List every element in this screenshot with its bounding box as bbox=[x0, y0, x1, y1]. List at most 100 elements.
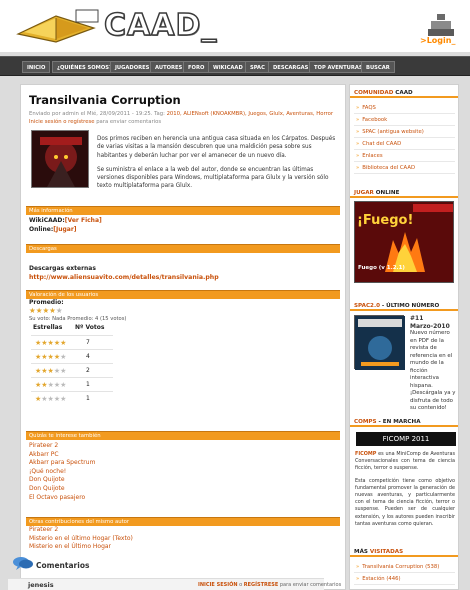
svg-text:¡Fuego!: ¡Fuego! bbox=[357, 213, 413, 228]
comment-login-link[interactable]: INICIE SESIÓN bbox=[198, 582, 238, 588]
nav-spac[interactable]: SPAC bbox=[245, 61, 270, 73]
post-meta: Enviado por admin el Mié, 28/09/2011 - 1… bbox=[29, 110, 343, 126]
comments-icon bbox=[13, 557, 33, 570]
same-author-list: Pirateer 2 Misterio en el último Hogar (… bbox=[29, 526, 133, 552]
meta-info: Enviado por admin el Mié, 28/09/2011 - 1… bbox=[29, 111, 165, 117]
section-mas-informacion: Más información bbox=[26, 206, 340, 215]
spac-cover-image[interactable] bbox=[354, 315, 405, 370]
ficomp-banner[interactable]: FICOMP 2011 bbox=[356, 432, 456, 446]
nav-autores[interactable]: AUTORES bbox=[150, 61, 188, 73]
sidebar-item-spac-antigua[interactable]: » SPAC (antigua website) bbox=[354, 126, 455, 138]
visitadas-list: » Transilvania Corruption (538) » Estación… bbox=[354, 561, 455, 585]
site-header: CAAD_ >Login_ bbox=[0, 0, 470, 52]
sidebar-heading-spac: SPAC2.0 - ÚLTIMO NÚMERO bbox=[350, 301, 458, 311]
spac-description: Nuevo número en PDF de la revista de ref… bbox=[410, 330, 456, 411]
related-item[interactable]: Akbarr para Spectrum bbox=[29, 459, 95, 468]
main-content: Transilvania Corruption Enviado por admi… bbox=[20, 84, 346, 590]
rating-row: ★★★★★ 1 bbox=[31, 391, 113, 405]
main-nav: INICIO ¿QUIÉNES SOMOS? JUGADORES AUTORES… bbox=[0, 56, 470, 76]
related-item[interactable]: Don Quijote bbox=[29, 485, 95, 494]
rating-average-label: Promedio: bbox=[29, 299, 64, 306]
jugar-online-banner[interactable]: ¡Fuego! Fuego (v 1.2.1) bbox=[354, 201, 454, 283]
sidebar-heading-comps: COMPS - EN MARCHA bbox=[350, 417, 458, 427]
wiki-ficha-link[interactable]: [Ver Ficha] bbox=[65, 217, 102, 224]
nav-buscar[interactable]: BUSCAR bbox=[361, 61, 395, 73]
section-otras-contribuciones: Otras contribuciones del mismo autor bbox=[26, 517, 340, 526]
sidebar-heading-visitadas: MÁS VISITADAS bbox=[350, 547, 458, 557]
comment-register-link[interactable]: REGÍSTRESE bbox=[244, 582, 279, 588]
online-label: Online: bbox=[29, 226, 54, 233]
related-item[interactable]: ¡Qué noche! bbox=[29, 468, 95, 477]
related-item[interactable]: Akbarr PC bbox=[29, 451, 95, 460]
comments-title: Comentarios bbox=[36, 561, 90, 570]
book-logo-icon bbox=[16, 9, 99, 43]
sidebar-item-chat[interactable]: » Chat del CAAD bbox=[354, 138, 455, 150]
nav-descargas[interactable]: DESCARGAS bbox=[268, 61, 314, 73]
ficomp-description: FICOMP es una MiniComp de Aventuras Conv… bbox=[355, 451, 455, 527]
jugar-caption: Fuego (v 1.2.1) bbox=[358, 265, 405, 271]
rating-row: ★★★★★ 7 bbox=[31, 335, 113, 349]
related-item[interactable]: El Octavo pasajero bbox=[29, 494, 95, 503]
sidebar-item-facebook[interactable]: » Facebook bbox=[354, 114, 455, 126]
caad-logo[interactable]: CAAD_ bbox=[16, 6, 226, 44]
nav-wikicaad[interactable]: WIKICAAD bbox=[208, 61, 248, 73]
nav-foro[interactable]: FORO bbox=[183, 61, 210, 73]
same-author-item[interactable]: Misterio en el último Hogar (Texto) bbox=[29, 535, 133, 544]
login-link[interactable]: >Login_ bbox=[420, 36, 455, 45]
same-author-item[interactable]: Pirateer 2 bbox=[29, 526, 133, 535]
spac-number: #11 bbox=[410, 315, 424, 322]
comunidad-list: » FAQS » Facebook » SPAC (antigua website) … bbox=[354, 102, 455, 174]
login-icon[interactable] bbox=[428, 14, 454, 36]
game-cover-image bbox=[31, 130, 89, 188]
sidebar-item-visitada[interactable]: » Estación (446) bbox=[354, 573, 455, 585]
download-url-link[interactable]: http://www.aliensuavito.com/detalles/tra… bbox=[29, 274, 219, 281]
rating-row: ★★★★★ 2 bbox=[31, 363, 113, 377]
online-line: Online:[Jugar] bbox=[29, 226, 77, 233]
post-description: Dos primos reciben en herencia una antig… bbox=[97, 135, 337, 197]
sidebar-item-enlaces[interactable]: » Enlaces bbox=[354, 150, 455, 162]
sidebar: COMUNIDAD CAAD » FAQS » Facebook » SPAC (an… bbox=[349, 84, 459, 590]
sidebar-heading-comunidad: COMUNIDAD CAAD bbox=[350, 88, 458, 98]
rating-table-header: Estrellas Nº Votos bbox=[31, 324, 121, 334]
wiki-label: WikiCAAD: bbox=[29, 217, 65, 224]
wiki-line: WikiCAAD:[Ver Ficha] bbox=[29, 217, 102, 224]
login-register-link[interactable]: Inicie sesión o regístrese bbox=[29, 119, 95, 125]
logo-text: CAAD_ bbox=[103, 7, 218, 44]
nav-jugadores[interactable]: JUGADORES bbox=[110, 61, 155, 73]
page-title: Transilvania Corruption bbox=[29, 93, 181, 107]
nav-inicio[interactable]: INICIO bbox=[22, 61, 51, 73]
related-item[interactable]: Don Quijote bbox=[29, 476, 95, 485]
nav-quienes-somos[interactable]: ¿QUIÉNES SOMOS? bbox=[52, 61, 117, 73]
meta-tags[interactable]: 2010, ALIENsoft (KNOAKMBR), Juegos, Glul… bbox=[167, 111, 333, 117]
related-list: Pirateer 2 Akbarr PC Akbarr para Spectru… bbox=[29, 442, 95, 502]
description-p1: Dos primos reciben en herencia una antig… bbox=[97, 136, 336, 159]
spac-text: #11 Marzo-2010 Nuevo número en PDF de la… bbox=[410, 315, 458, 413]
same-author-item[interactable]: Misterio en el Último Hogar bbox=[29, 543, 133, 552]
sidebar-heading-jugar: JUGAR ONLINE bbox=[350, 188, 458, 198]
online-jugar-link[interactable]: [Jugar] bbox=[53, 226, 76, 233]
rating-average-stars[interactable]: ★★★★★ bbox=[29, 306, 63, 315]
rating-table: ★★★★★ 7 ★★★★★ 4 ★★★★★ 2 ★★★★★ 1 ★★★★★ 1 bbox=[31, 335, 113, 405]
section-valoracion: Valoración de los usuarios bbox=[26, 290, 340, 299]
comment-username: jenesis bbox=[28, 581, 54, 589]
rating-row: ★★★★★ 4 bbox=[31, 349, 113, 363]
sidebar-item-faqs[interactable]: » FAQS bbox=[354, 102, 455, 114]
nav-top-aventuras[interactable]: TOP AVENTURAS bbox=[309, 61, 368, 73]
col-estrellas: Estrellas bbox=[33, 324, 63, 331]
cover-art-icon bbox=[32, 131, 88, 187]
col-votos: Nº Votos bbox=[75, 324, 105, 331]
section-descargas: Descargas bbox=[26, 244, 340, 253]
rating-your-vote: Su voto: Nada Promedio: 4 (15 votos) bbox=[29, 316, 127, 322]
magazine-cover-icon bbox=[355, 316, 405, 370]
sidebar-item-biblioteca[interactable]: » Biblioteca del CAAD bbox=[354, 162, 455, 174]
related-item[interactable]: Pirateer 2 bbox=[29, 442, 95, 451]
section-tambien: Quizás te interese también bbox=[26, 431, 340, 440]
description-p2: Se suministra el enlace a la web del aut… bbox=[97, 166, 329, 190]
meta-tail: para enviar comentarios bbox=[94, 119, 162, 125]
sidebar-item-visitada[interactable]: » Transilvania Corruption (538) bbox=[354, 561, 455, 573]
spac-latest: #11 Marzo-2010 Nuevo número en PDF de la… bbox=[354, 315, 456, 411]
spac-date: Marzo-2010 bbox=[410, 322, 450, 330]
rating-row: ★★★★★ 1 bbox=[31, 377, 113, 391]
comment-login-notice: INICIE SESIÓN o REGÍSTRESE para enviar c… bbox=[198, 582, 342, 588]
download-label: Descargas externas bbox=[29, 265, 96, 272]
